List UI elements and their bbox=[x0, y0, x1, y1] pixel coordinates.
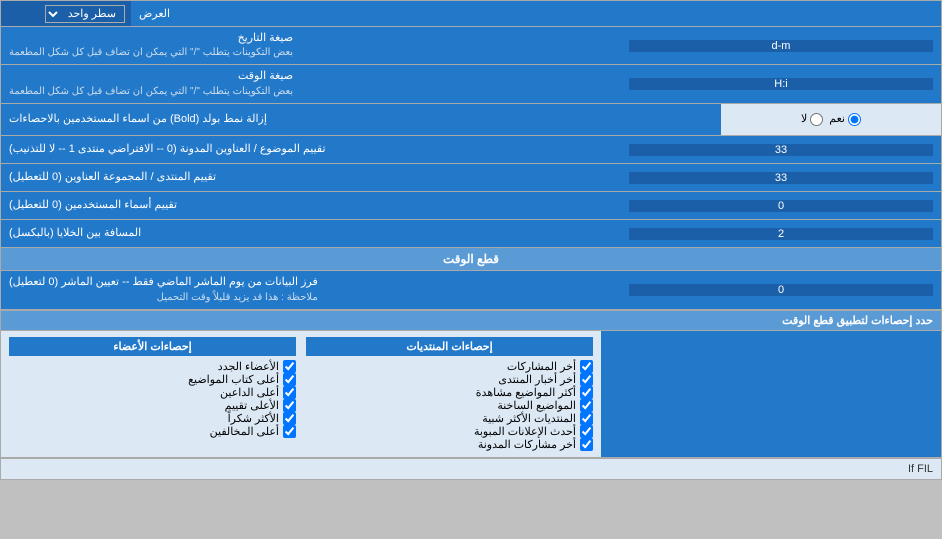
checkbox-last-forum-news: أخر أخبار المنتدى bbox=[306, 373, 593, 386]
display-row: العرض سطر واحد سطرين ثلاثة أسطر bbox=[1, 1, 941, 27]
checkbox-top-rated-input[interactable] bbox=[283, 399, 296, 412]
forum-order-input-cell[interactable] bbox=[621, 164, 941, 191]
bold-radio-yes-label[interactable]: نعم bbox=[829, 112, 861, 127]
checkboxes-left-label bbox=[601, 331, 941, 457]
spacing-input[interactable] bbox=[629, 228, 933, 240]
checkbox-most-similar-forums: المنتديات الأكثر شبية bbox=[306, 412, 593, 425]
user-order-row: تقييم أسماء المستخدمين (0 للتعطيل) bbox=[1, 192, 941, 220]
checkbox-hot-topics-input[interactable] bbox=[580, 399, 593, 412]
main-container: العرض سطر واحد سطرين ثلاثة أسطر صيغة الت… bbox=[0, 0, 942, 480]
topic-order-label: تقييم الموضوع / العناوين المدونة (0 -- ا… bbox=[1, 136, 621, 163]
checkbox-last-forum-news-input[interactable] bbox=[580, 373, 593, 386]
topic-order-input-cell[interactable] bbox=[621, 136, 941, 163]
date-format-label: صيغة التاريخ بعض التكوينات يتطلب "/" الت… bbox=[1, 27, 621, 64]
checkbox-top-topic-writers: أعلى كتاب المواضيع bbox=[9, 373, 296, 386]
bold-radio-no[interactable] bbox=[810, 113, 823, 126]
cutoff-section-header: قطع الوقت bbox=[1, 248, 941, 271]
checkbox-new-members-input[interactable] bbox=[283, 360, 296, 373]
checkbox-most-thanked-input[interactable] bbox=[283, 412, 296, 425]
cutoff-label: فرز البيانات من يوم الماشر الماضي فقط --… bbox=[1, 271, 621, 308]
checkbox-top-inviters-input[interactable] bbox=[283, 386, 296, 399]
forum-order-label: تقييم المنتدى / المجموعة العناوين (0 للت… bbox=[1, 164, 621, 191]
checkbox-top-rated: الأعلى تقييم bbox=[9, 399, 296, 412]
display-select-cell[interactable]: سطر واحد سطرين ثلاثة أسطر bbox=[1, 1, 131, 26]
checkbox-new-members: الأعضاء الجدد bbox=[9, 360, 296, 373]
checkbox-top-inviters: أعلى الداعين bbox=[9, 386, 296, 399]
checkbox-most-viewed: أكثر المواضيع مشاهدة bbox=[306, 386, 593, 399]
stats-header: حدد إحصاءات لتطبيق قطع الوقت bbox=[1, 310, 941, 331]
time-format-input[interactable] bbox=[629, 78, 933, 90]
checkbox-top-topic-writers-input[interactable] bbox=[283, 373, 296, 386]
checkbox-most-viewed-input[interactable] bbox=[580, 386, 593, 399]
checkbox-most-thanked: الأكثر شكراً bbox=[9, 412, 296, 425]
member-stats-header: إحصاءات الأعضاء bbox=[9, 337, 296, 356]
checkbox-last-blog-posts-input[interactable] bbox=[580, 438, 593, 451]
checkbox-top-violators-input[interactable] bbox=[283, 425, 296, 438]
cutoff-input[interactable] bbox=[629, 284, 933, 296]
checkboxes-right: إحصاءات المنتديات أخر المشاركات أخر أخبا… bbox=[1, 331, 601, 457]
checkbox-latest-classifieds: أحدث الإعلانات المبوبة bbox=[306, 425, 593, 438]
bold-row: نعم لا إزالة نمط بولد (Bold) من اسماء ال… bbox=[1, 104, 941, 136]
time-format-input-cell[interactable] bbox=[621, 65, 941, 102]
forum-order-input[interactable] bbox=[629, 172, 933, 184]
time-format-row: صيغة الوقت بعض التكوينات يتطلب "/" التي … bbox=[1, 65, 941, 103]
user-order-label: تقييم أسماء المستخدمين (0 للتعطيل) bbox=[1, 192, 621, 219]
bold-radio-no-label[interactable]: لا bbox=[801, 112, 823, 127]
bold-label: إزالة نمط بولد (Bold) من اسماء المستخدمي… bbox=[1, 104, 721, 135]
user-order-input[interactable] bbox=[629, 200, 933, 212]
date-format-row: صيغة التاريخ بعض التكوينات يتطلب "/" الت… bbox=[1, 27, 941, 65]
time-format-label: صيغة الوقت بعض التكوينات يتطلب "/" التي … bbox=[1, 65, 621, 102]
member-stats-col: إحصاءات الأعضاء الأعضاء الجدد أعلى كتاب … bbox=[9, 337, 296, 451]
checkbox-top-violators: أعلى المخالفين bbox=[9, 425, 296, 438]
display-select[interactable]: سطر واحد سطرين ثلاثة أسطر bbox=[45, 5, 125, 23]
forum-stats-header: إحصاءات المنتديات bbox=[306, 337, 593, 356]
spacing-input-cell[interactable] bbox=[621, 220, 941, 247]
checkbox-last-posts: أخر المشاركات bbox=[306, 360, 593, 373]
forum-order-row: تقييم المنتدى / المجموعة العناوين (0 للت… bbox=[1, 164, 941, 192]
bold-radio-yes[interactable] bbox=[848, 113, 861, 126]
checkbox-last-blog-posts: أخر مشاركات المدونة bbox=[306, 438, 593, 451]
forum-stats-col: إحصاءات المنتديات أخر المشاركات أخر أخبا… bbox=[306, 337, 593, 451]
bold-radio-cell: نعم لا bbox=[721, 104, 941, 135]
checkbox-hot-topics: المواضيع الساخنة bbox=[306, 399, 593, 412]
checkbox-most-similar-forums-input[interactable] bbox=[580, 412, 593, 425]
display-label: العرض bbox=[131, 1, 941, 26]
cutoff-input-cell[interactable] bbox=[621, 271, 941, 308]
checkboxes-section: إحصاءات المنتديات أخر المشاركات أخر أخبا… bbox=[1, 331, 941, 458]
spacing-label: المسافة بين الخلايا (بالبكسل) bbox=[1, 220, 621, 247]
date-format-input-cell[interactable] bbox=[621, 27, 941, 64]
spacing-row: المسافة بين الخلايا (بالبكسل) bbox=[1, 220, 941, 248]
bold-radio-group: نعم لا bbox=[793, 108, 869, 131]
checkbox-latest-classifieds-input[interactable] bbox=[580, 425, 593, 438]
checkbox-last-posts-input[interactable] bbox=[580, 360, 593, 373]
user-order-input-cell[interactable] bbox=[621, 192, 941, 219]
topic-order-row: تقييم الموضوع / العناوين المدونة (0 -- ا… bbox=[1, 136, 941, 164]
cutoff-row: فرز البيانات من يوم الماشر الماضي فقط --… bbox=[1, 271, 941, 309]
bottom-bar: If FIL bbox=[1, 458, 941, 479]
topic-order-input[interactable] bbox=[629, 144, 933, 156]
date-format-input[interactable] bbox=[629, 40, 933, 52]
